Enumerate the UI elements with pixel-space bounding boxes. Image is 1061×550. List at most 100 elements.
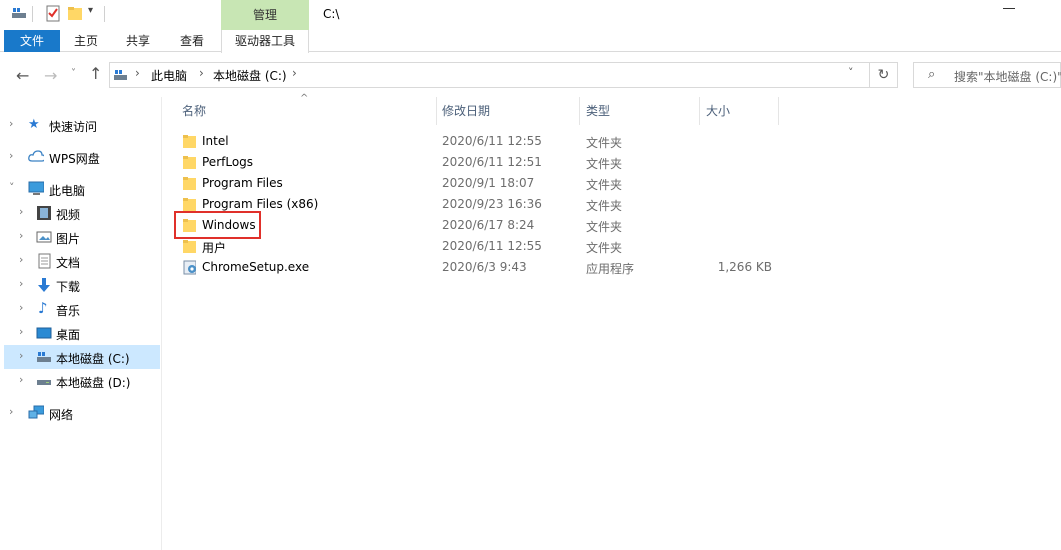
chevron-right-icon[interactable]: › [9, 117, 13, 130]
file-row[interactable]: Program Files (x86) 2020/9/23 16:36 文件夹 [172, 194, 782, 215]
address-row: ← → ˅ ↑ › 此电脑 › 本地磁盘 (C:) › ˅ ↻ ⌕ 搜索"本地磁… [0, 53, 1061, 97]
search-placeholder: 搜索"本地磁盘 (C:)" [954, 70, 1061, 84]
chevron-right-icon[interactable]: › [135, 66, 140, 80]
file-type: 文件夹 [586, 199, 623, 213]
file-row[interactable]: ChromeSetup.exe 2020/6/3 9:43 应用程序 1,266… [172, 257, 782, 278]
file-name: Program Files [202, 176, 283, 190]
breadcrumb-this-pc[interactable]: 此电脑 [151, 67, 187, 84]
tab-home[interactable]: 主页 [64, 30, 108, 52]
chevron-right-icon[interactable]: › [19, 301, 23, 314]
file-type: 文件夹 [586, 157, 623, 171]
file-type: 文件夹 [586, 220, 623, 234]
nav-label: 图片 [56, 232, 81, 246]
file-row[interactable]: 用户 2020/6/11 12:55 文件夹 [172, 236, 782, 257]
file-type: 文件夹 [586, 136, 623, 150]
ribbon-tabs: 文件 主页 共享 查看 驱动器工具 [0, 30, 1061, 53]
nav-item-downloads[interactable]: › 下载 [4, 273, 160, 297]
column-separator[interactable] [436, 97, 437, 125]
nav-label: 网络 [49, 408, 74, 422]
music-icon: ♪ [38, 299, 48, 317]
nav-item-documents[interactable]: › 文档 [4, 249, 160, 273]
file-type: 应用程序 [586, 262, 635, 276]
chevron-right-icon[interactable]: › [292, 66, 297, 80]
chevron-right-icon[interactable]: › [19, 253, 23, 266]
chevron-right-icon[interactable]: › [19, 349, 23, 362]
nav-item-desktop[interactable]: › 桌面 [4, 321, 160, 345]
file-row[interactable]: Intel 2020/6/11 12:55 文件夹 [172, 131, 782, 152]
chevron-right-icon[interactable]: › [19, 277, 23, 290]
chevron-right-icon[interactable]: › [9, 149, 13, 162]
recent-locations-dropdown-icon[interactable]: ˅ [71, 68, 76, 79]
breadcrumb-local-disk-c[interactable]: 本地磁盘 (C:) [213, 67, 287, 84]
column-header-size[interactable]: 大小 [706, 97, 776, 125]
window-title: C:\ [323, 7, 340, 21]
chevron-right-icon[interactable]: › [9, 405, 13, 418]
address-bar[interactable]: › 此电脑 › 本地磁盘 (C:) › ˅ [109, 62, 870, 88]
folder-icon [183, 177, 196, 190]
file-row[interactable]: Program Files 2020/9/1 18:07 文件夹 [172, 173, 782, 194]
nav-item-network[interactable]: › 网络 [4, 401, 160, 425]
chevron-right-icon[interactable]: › [19, 229, 23, 242]
column-header-date[interactable]: 修改日期 [442, 97, 572, 125]
drive-icon [114, 70, 127, 80]
nav-label: 此电脑 [49, 184, 86, 198]
navigation-pane: › ★ 快速访问 › WPS网盘 ˅ 此电脑 › 视频 › 图片 › 文档 › … [0, 97, 162, 550]
nav-item-quick-access[interactable]: › ★ 快速访问 [4, 113, 160, 137]
file-name: PerfLogs [202, 155, 254, 169]
nav-label: 音乐 [56, 304, 81, 318]
network-icon [28, 405, 44, 419]
column-separator[interactable] [778, 97, 779, 125]
up-button[interactable]: ↑ [89, 64, 102, 83]
nav-item-local-disk-c[interactable]: › 本地磁盘 (C:) [4, 345, 160, 369]
chevron-right-icon[interactable]: › [19, 325, 23, 338]
properties-icon[interactable] [45, 5, 61, 22]
file-name: Intel [202, 134, 229, 148]
new-folder-icon[interactable] [67, 5, 83, 22]
tab-view[interactable]: 查看 [170, 30, 214, 52]
document-icon [38, 253, 51, 269]
minimize-button[interactable] [1003, 8, 1015, 9]
search-input[interactable]: ⌕ 搜索"本地磁盘 (C:)" [913, 62, 1061, 88]
tab-drive-tools[interactable]: 驱动器工具 [221, 30, 309, 53]
nav-item-pictures[interactable]: › 图片 [4, 225, 160, 249]
folder-icon [183, 240, 196, 253]
column-header-name[interactable]: 名称 [182, 97, 432, 125]
computer-icon [28, 181, 44, 195]
tab-file[interactable]: 文件 [4, 30, 60, 52]
nav-item-wps[interactable]: › WPS网盘 [4, 145, 160, 169]
chevron-down-icon[interactable]: ˅ [848, 66, 854, 79]
nav-item-music[interactable]: › ♪ 音乐 [4, 297, 160, 321]
chevron-down-icon[interactable]: ˅ [9, 181, 15, 194]
file-row[interactable]: Windows 2020/6/17 8:24 文件夹 [172, 215, 782, 236]
nav-item-local-disk-d[interactable]: › 本地磁盘 (D:) [4, 369, 160, 393]
tab-share[interactable]: 共享 [116, 30, 160, 52]
file-date: 2020/9/23 16:36 [442, 197, 542, 211]
cloud-icon [28, 150, 44, 162]
refresh-button[interactable]: ↻ [870, 62, 898, 88]
chevron-right-icon[interactable]: › [199, 66, 204, 80]
drive-icon [37, 352, 51, 362]
column-header-type[interactable]: 类型 [586, 97, 696, 125]
nav-item-this-pc[interactable]: ˅ 此电脑 [4, 177, 160, 201]
back-button[interactable]: ← [16, 66, 29, 85]
file-row[interactable]: PerfLogs 2020/6/11 12:51 文件夹 [172, 152, 782, 173]
customize-qa-dropdown-icon[interactable]: ▾ [88, 5, 93, 16]
nav-item-videos[interactable]: › 视频 [4, 201, 160, 225]
separator [104, 6, 105, 22]
drive-icon[interactable] [11, 5, 27, 21]
star-icon: ★ [28, 117, 40, 132]
nav-label: 快速访问 [49, 120, 98, 134]
file-name: ChromeSetup.exe [202, 260, 310, 274]
file-date: 2020/6/11 12:51 [442, 155, 542, 169]
nav-label: 文档 [56, 256, 81, 270]
highlight-box [174, 211, 261, 239]
video-icon [37, 206, 51, 220]
chevron-right-icon[interactable]: › [19, 205, 23, 218]
file-date: 2020/6/11 12:55 [442, 134, 542, 148]
tab-manage[interactable]: 管理 [221, 0, 309, 30]
file-size: 1,266 KB [717, 260, 772, 274]
column-separator[interactable] [579, 97, 580, 125]
forward-button[interactable]: → [44, 66, 57, 85]
column-separator[interactable] [699, 97, 700, 125]
chevron-right-icon[interactable]: › [19, 373, 23, 386]
